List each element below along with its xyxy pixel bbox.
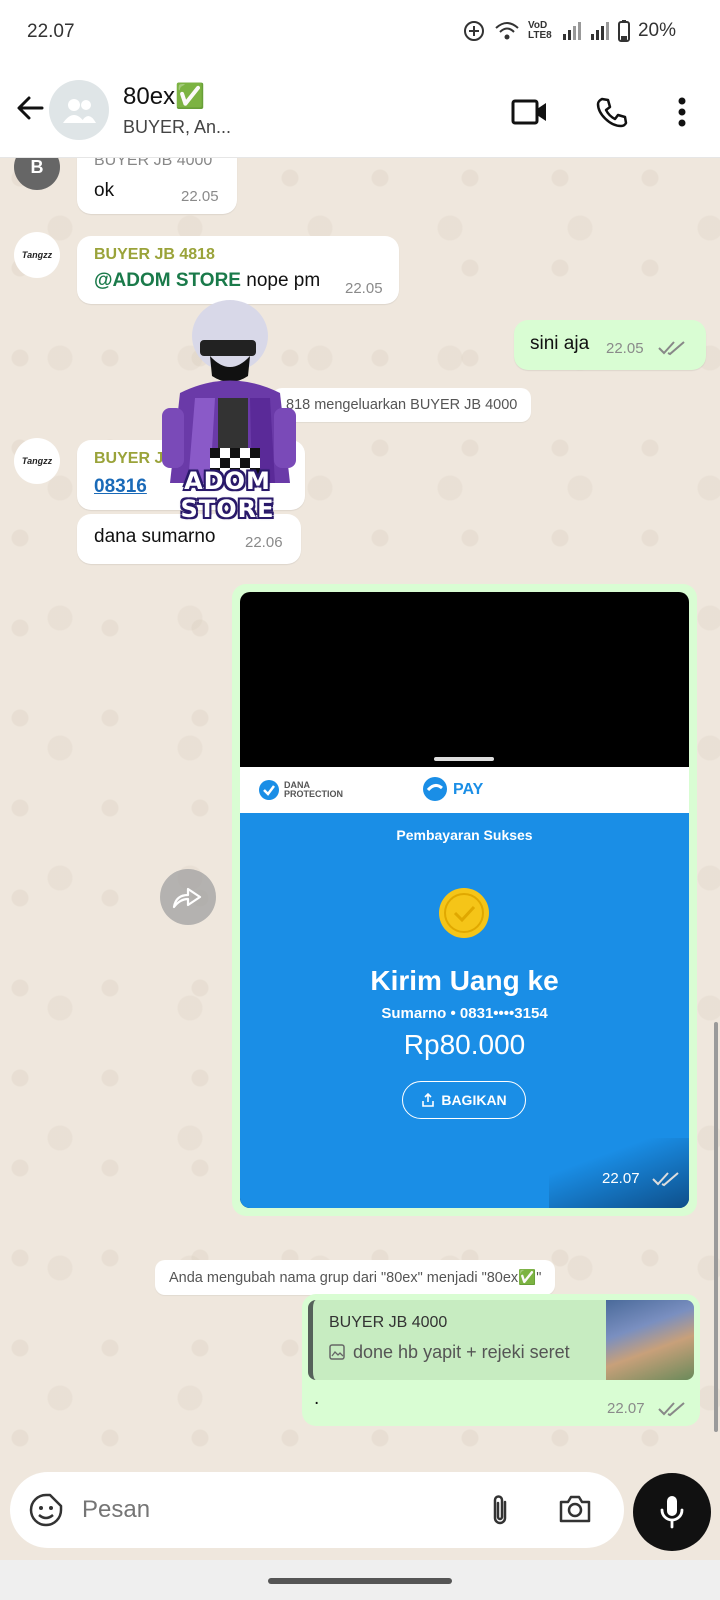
read-ticks-icon bbox=[652, 1172, 679, 1187]
quoted-message[interactable]: BUYER JB 4000 done hb yapit + rejeki ser… bbox=[308, 1300, 694, 1380]
image-message[interactable]: DANA PROTECTION PAY Pembayaran Sukses Ki… bbox=[232, 584, 697, 1216]
read-ticks-icon bbox=[658, 1402, 685, 1417]
share-label: BAGIKAN bbox=[441, 1092, 507, 1108]
quoted-sender: BUYER JB 4000 bbox=[329, 1314, 448, 1331]
message-time: 22.05 bbox=[345, 280, 383, 297]
message-time: 22.07 bbox=[602, 1170, 640, 1187]
battery-icon bbox=[617, 20, 630, 42]
share-icon bbox=[422, 1093, 435, 1107]
chat-subtitle[interactable]: BUYER, An... bbox=[123, 117, 231, 138]
camera-icon[interactable] bbox=[558, 1494, 592, 1524]
message-input[interactable] bbox=[82, 1490, 462, 1530]
forward-button[interactable] bbox=[160, 869, 216, 925]
phone-icon bbox=[596, 97, 628, 128]
message-time: 22.07 bbox=[607, 1400, 645, 1417]
sticker[interactable]: ADOM STORE bbox=[140, 298, 315, 523]
arrow-left-icon bbox=[17, 96, 44, 120]
group-avatar[interactable] bbox=[49, 80, 109, 140]
microphone-icon bbox=[660, 1496, 684, 1529]
message-text: @ADOM STORE nope pm bbox=[94, 270, 320, 292]
status-icons: VoD LTE8 20% bbox=[462, 19, 676, 43]
message-bubble[interactable]: sini aja 22.05 bbox=[514, 320, 706, 370]
avatar[interactable]: B bbox=[14, 158, 60, 190]
forward-icon bbox=[172, 887, 202, 909]
read-ticks-icon bbox=[658, 341, 685, 356]
scroll-indicator[interactable] bbox=[714, 1022, 718, 1432]
attach-icon[interactable] bbox=[488, 1492, 512, 1528]
message-composer bbox=[10, 1472, 624, 1548]
dana-logo-icon bbox=[423, 777, 447, 801]
quoted-thumbnail bbox=[606, 1300, 694, 1380]
message-sender: BUYER JB 4000 bbox=[94, 158, 213, 169]
avatar-letter: B bbox=[30, 158, 44, 177]
payment-amount: Rp80.000 bbox=[403, 1029, 526, 1060]
system-nav-bar bbox=[0, 1560, 720, 1600]
avatar[interactable]: Tangzz bbox=[14, 438, 60, 484]
voice-call-button[interactable] bbox=[592, 92, 632, 132]
payment-screenshot[interactable]: DANA PROTECTION PAY Pembayaran Sukses Ki… bbox=[240, 592, 689, 1208]
drag-handle bbox=[434, 757, 494, 761]
battery-level: 20% bbox=[637, 20, 676, 41]
message-bubble[interactable]: BUYER JB 4818 @ADOM STORE nope pm 22.05 bbox=[77, 236, 399, 304]
status-bar: 22.07 VoD LTE8 20% bbox=[0, 0, 720, 66]
chat-header: 80ex✅ BUYER, An... bbox=[0, 66, 720, 158]
message-text: dana sumarno bbox=[94, 526, 216, 547]
quoted-text: done hb yapit + rejeki seret bbox=[353, 1342, 570, 1362]
avatar-text: Tangzz bbox=[21, 250, 53, 260]
data-saver-icon bbox=[463, 21, 484, 41]
mention[interactable]: @ADOM STORE bbox=[94, 270, 241, 291]
status-time: 22.07 bbox=[27, 21, 75, 42]
message-sender: BUYER JB 4818 bbox=[94, 246, 215, 263]
network-label: VoD LTE8 bbox=[527, 20, 552, 41]
avatar-text: Tangzz bbox=[21, 456, 53, 466]
sticker-icon[interactable] bbox=[28, 1492, 64, 1528]
back-button[interactable] bbox=[12, 90, 48, 126]
dana-header: DANA PROTECTION PAY bbox=[240, 767, 689, 813]
reply-message[interactable]: BUYER JB 4000 done hb yapit + rejeki ser… bbox=[302, 1294, 700, 1426]
message-text: . bbox=[314, 1388, 320, 1409]
chat-area[interactable]: B BUYER JB 4000 ok 22.05 Tangzz BUYER JB… bbox=[0, 158, 720, 1468]
image-icon bbox=[329, 1344, 345, 1360]
sticker-label: ADOM STORE bbox=[180, 467, 275, 523]
dana-protection-label: DANA PROTECTION bbox=[284, 780, 344, 799]
dana-protection-icon bbox=[259, 780, 279, 800]
wifi-icon bbox=[495, 22, 519, 40]
signal-icon-2 bbox=[590, 22, 609, 40]
message-time: 22.06 bbox=[245, 534, 283, 551]
message-bubble[interactable]: BUYER JB 4000 ok 22.05 bbox=[77, 158, 237, 214]
voice-message-button[interactable] bbox=[633, 1473, 711, 1551]
chat-title[interactable]: 80ex✅ bbox=[123, 82, 205, 111]
more-vertical-icon bbox=[678, 97, 686, 127]
dana-body: Pembayaran Sukses Kirim Uang ke Sumarno … bbox=[240, 813, 689, 1208]
group-icon bbox=[63, 99, 96, 123]
message-text: ok bbox=[94, 180, 115, 201]
share-button[interactable]: BAGIKAN bbox=[402, 1081, 526, 1119]
pay-label: PAY bbox=[453, 781, 484, 798]
video-call-button[interactable] bbox=[510, 92, 550, 132]
home-gesture-bar[interactable] bbox=[268, 1578, 452, 1584]
more-options-button[interactable] bbox=[662, 92, 702, 132]
system-message: Anda mengubah nama grup dari "80ex" menj… bbox=[155, 1260, 556, 1295]
payment-title: Kirim Uang ke bbox=[370, 965, 559, 996]
message-text: sini aja bbox=[530, 333, 590, 354]
payment-recipient: Sumarno • 0831••••3154 bbox=[381, 1005, 548, 1022]
message-time: 22.05 bbox=[181, 188, 219, 205]
video-camera-icon bbox=[511, 99, 546, 125]
payment-status: Pembayaran Sukses bbox=[396, 827, 533, 843]
phone-link[interactable]: 08316 bbox=[94, 476, 147, 498]
avatar[interactable]: Tangzz bbox=[14, 232, 60, 278]
signal-icon bbox=[562, 22, 581, 40]
message-time: 22.05 bbox=[606, 340, 644, 357]
success-check-icon bbox=[439, 888, 489, 938]
message-text-rest: nope pm bbox=[240, 270, 321, 291]
